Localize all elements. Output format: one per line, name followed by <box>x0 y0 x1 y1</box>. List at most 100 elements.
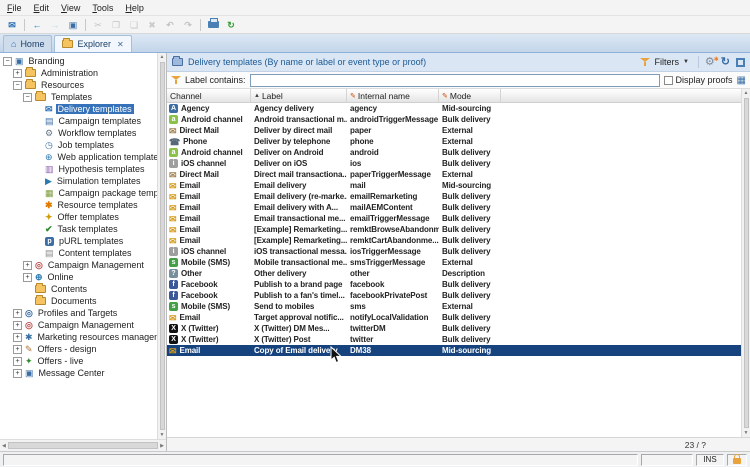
tree-item-hypothesis-templates[interactable]: ▥ Hypothesis templates <box>0 163 157 175</box>
tree-vertical-scrollbar[interactable]: ▲ ▼ <box>157 53 166 439</box>
expand-icon[interactable]: + <box>13 332 22 342</box>
tree-item-resource-templates[interactable]: ✱ Resource templates <box>0 199 157 211</box>
tree-item-campaign-package-templates[interactable]: ▦ Campaign package templates <box>0 187 157 199</box>
table-row[interactable]: a Android channel Deliver on Android androi… <box>167 147 741 158</box>
tree-item-online[interactable]: + ⊕ Online <box>0 271 157 283</box>
expand-icon[interactable]: + <box>13 356 22 366</box>
table-row[interactable]: a Android channel Android transactional m.… <box>167 114 741 125</box>
column-header-internal-name[interactable]: ✎ Internal name <box>347 89 439 102</box>
table-row[interactable]: ✉ Direct Mail Direct mail transactiona... p… <box>167 169 741 180</box>
table-row[interactable]: s Mobile (SMS) Mobile transactional me... s… <box>167 257 741 268</box>
table-row[interactable]: f Facebook Publish to a fan's timel... face… <box>167 290 741 301</box>
display-proofs-checkbox[interactable] <box>663 75 673 85</box>
table-row[interactable]: ✉ Email Email delivery with A... mailAEMCon… <box>167 202 741 213</box>
expand-icon[interactable]: + <box>13 68 22 78</box>
tree-item-message-center[interactable]: + ▣ Message Center <box>0 367 157 379</box>
table-row[interactable]: XX (Twitter) X (Twitter) Post twitter Bulk … <box>167 334 741 345</box>
scrollbar-thumb[interactable] <box>743 98 749 428</box>
expand-icon[interactable]: + <box>23 272 32 282</box>
tree-item-workflow-templates[interactable]: ⚙ Workflow templates <box>0 127 157 139</box>
tree-item-administration[interactable]: + Administration <box>0 67 157 79</box>
tab-close-icon[interactable]: ✕ <box>117 40 124 49</box>
tree-item-purl-templates[interactable]: p pURL templates <box>0 235 157 247</box>
print-button[interactable] <box>204 17 222 33</box>
menu-item-tools[interactable]: Tools <box>86 1 119 15</box>
fullscreen-icon[interactable] <box>736 57 745 67</box>
table-row[interactable]: ✉ Email Email transactional me... emailTrig… <box>167 213 741 224</box>
back-button[interactable]: ← <box>28 17 46 33</box>
table-row[interactable]: ✉ Email [Example] Remarketing... remktBrows… <box>167 224 741 235</box>
scroll-left-icon[interactable]: ◀ <box>2 443 6 449</box>
tree-item-content-templates[interactable]: ▤ Content templates <box>0 247 157 259</box>
menu-item-edit[interactable]: Edit <box>28 1 56 15</box>
menu-item-help[interactable]: Help <box>119 1 150 15</box>
refresh-button[interactable]: ↻ <box>222 17 240 33</box>
table-row[interactable]: i iOS channel iOS transactional messa... io… <box>167 246 741 257</box>
table-row[interactable]: ? Other Other delivery other Description <box>167 268 741 279</box>
scroll-down-icon[interactable]: ▼ <box>744 430 749 436</box>
filters-button[interactable]: Filters ▼ <box>637 56 691 68</box>
tree-item-documents[interactable]: Documents <box>0 295 157 307</box>
tree-horizontal-scrollbar[interactable]: ◀ ▶ <box>0 439 166 451</box>
table-row[interactable]: f Facebook Publish to a brand page facebook… <box>167 279 741 290</box>
menu-item-view[interactable]: View <box>55 1 86 15</box>
tree-item-job-templates[interactable]: ◷ Job templates <box>0 139 157 151</box>
column-header-label[interactable]: ▲ Label <box>251 89 347 102</box>
scrollbar-thumb[interactable] <box>159 62 165 430</box>
expand-icon[interactable]: + <box>13 308 22 318</box>
scrollbar-thumb[interactable] <box>7 442 159 449</box>
list-vertical-scrollbar[interactable]: ▲ ▼ <box>741 89 750 437</box>
display-proofs-option[interactable]: Display proofs <box>663 75 733 85</box>
menu-item-file[interactable]: File <box>1 1 28 15</box>
table-row[interactable]: ✉ Email Target approval notific... notifyLo… <box>167 312 741 323</box>
table-row[interactable]: s Mobile (SMS) Send to mobiles sms External <box>167 301 741 312</box>
tree-item-templates[interactable]: − Templates <box>0 91 157 103</box>
tree-item-campaign-templates[interactable]: ▤ Campaign templates <box>0 115 157 127</box>
collapse-icon[interactable]: − <box>3 56 12 66</box>
tree-item-campaign-management[interactable]: + ◎ Campaign Management <box>0 319 157 331</box>
scroll-up-icon[interactable]: ▲ <box>160 54 165 60</box>
settings-gear-icon[interactable]: ⚙ <box>705 55 719 68</box>
scroll-right-icon[interactable]: ▶ <box>160 443 164 449</box>
new-message-button[interactable]: ✉ <box>3 17 21 33</box>
tree-item-web-application-templates[interactable]: ⊕ Web application templates <box>0 151 157 163</box>
tab-home[interactable]: ⌂ Home <box>3 35 53 52</box>
table-row[interactable]: ✉ Email [Example] Remarketing... remktCartA… <box>167 235 741 246</box>
tree-item-resources[interactable]: − Resources <box>0 79 157 91</box>
collapse-icon[interactable]: − <box>13 80 22 90</box>
table-row[interactable]: ✉ Email Email delivery mail Mid-sourcing <box>167 180 741 191</box>
label-contains-input[interactable] <box>249 73 660 87</box>
refresh-icon[interactable]: ↻ <box>721 56 730 68</box>
table-row[interactable]: ✉ Email Email delivery (re-marke... emailRe… <box>167 191 741 202</box>
expand-icon[interactable]: + <box>13 368 22 378</box>
tree-item-simulation-templates[interactable]: ▶ Simulation templates <box>0 175 157 187</box>
column-header-mode[interactable]: ✎ Mode <box>439 89 501 102</box>
expand-icon[interactable]: + <box>13 320 22 330</box>
tree-item-delivery-templates[interactable]: ✉ Delivery templates <box>0 103 157 115</box>
expand-icon[interactable]: + <box>13 344 22 354</box>
expand-icon[interactable]: + <box>23 260 32 270</box>
tree-item-offers-design[interactable]: + ✎ Offers - design <box>0 343 157 355</box>
table-row[interactable]: ✉ Email Copy of Email delivery DM38 Mid-sour… <box>167 345 741 356</box>
configure-columns-icon[interactable]: ▦ <box>737 75 746 86</box>
tree-item-campaign-management[interactable]: + ◎ Campaign Management <box>0 259 157 271</box>
table-row[interactable]: i iOS channel Deliver on iOS ios Bulk delive… <box>167 158 741 169</box>
scroll-down-icon[interactable]: ▼ <box>160 432 165 438</box>
table-row[interactable]: XX (Twitter) X (Twitter) DM Mes... twitter… <box>167 323 741 334</box>
tree-item-marketing-resources-management[interactable]: +✱ Marketing resources management <box>0 331 157 343</box>
table-row[interactable]: A Agency Agency delivery agency Mid-sourcing <box>167 103 741 114</box>
column-header-channel[interactable]: Channel <box>167 89 251 102</box>
tree-item-task-templates[interactable]: ✔ Task templates <box>0 223 157 235</box>
tree-item-contents[interactable]: Contents <box>0 283 157 295</box>
tree-item-branding[interactable]: − ▣ Branding <box>0 55 157 67</box>
scroll-up-icon[interactable]: ▲ <box>744 90 749 96</box>
save-button[interactable]: ▣ <box>64 17 82 33</box>
tab-explorer[interactable]: Explorer ✕ <box>54 35 132 52</box>
tree-item-offer-templates[interactable]: ✦ Offer templates <box>0 211 157 223</box>
tree-item-offers-live[interactable]: + ✦ Offers - live <box>0 355 157 367</box>
collapse-icon[interactable]: − <box>23 92 32 102</box>
cell-channel: ✉ Email <box>167 203 251 213</box>
tree-item-profiles-and-targets[interactable]: + ◎ Profiles and Targets <box>0 307 157 319</box>
table-row[interactable]: ☎ Phone Deliver by telephone phone External <box>167 136 741 147</box>
table-row[interactable]: ✉ Direct Mail Deliver by direct mail paper E… <box>167 125 741 136</box>
